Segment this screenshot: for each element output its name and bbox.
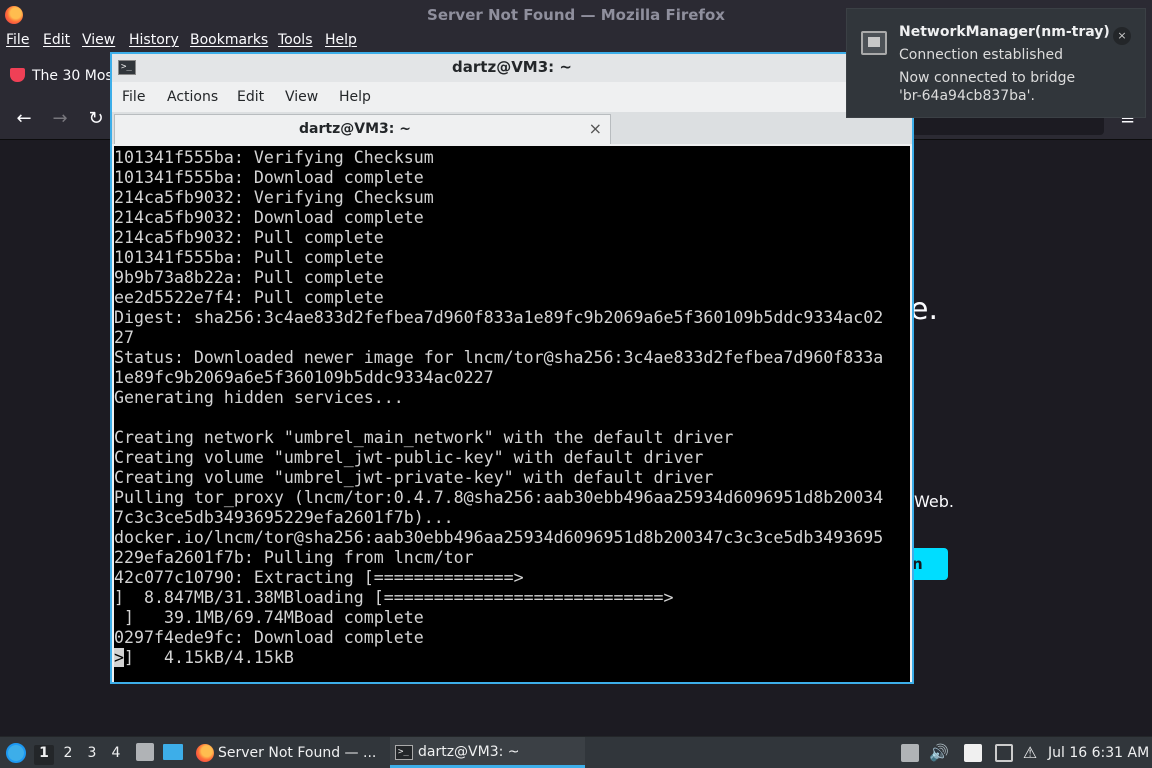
- terminal-icon: >_: [395, 745, 413, 760]
- terminal-menubar: File Actions Edit View Help: [112, 82, 912, 112]
- try-again-button[interactable]: n: [912, 548, 948, 580]
- terminal-window-title: dartz@VM3: ~: [452, 58, 572, 76]
- taskbar-firefox-button[interactable]: Server Not Found — ...: [192, 737, 384, 768]
- volume-icon[interactable]: 🔊: [929, 744, 949, 762]
- forward-arrow-icon[interactable]: →: [48, 108, 72, 129]
- terminal-menu-help[interactable]: Help: [339, 89, 371, 105]
- terminal-tab-label: dartz@VM3: ~: [299, 121, 411, 137]
- reload-icon[interactable]: ↻: [84, 108, 108, 129]
- network-notification[interactable]: NetworkManager(nm-tray) × Connection est…: [846, 8, 1146, 118]
- notes-icon[interactable]: [964, 744, 982, 762]
- taskbar: 1 2 3 4 Server Not Found — ... >_ dartz@…: [0, 736, 1152, 768]
- terminal-output[interactable]: 101341f555ba: Verifying Checksum 101341f…: [114, 146, 910, 682]
- terminal-line: Creating volume "umbrel_jwt-public-key" …: [114, 448, 704, 467]
- taskbar-terminal-label: dartz@VM3: ~: [418, 744, 520, 760]
- terminal-line: Creating network "umbrel_main_network" w…: [114, 428, 734, 447]
- show-desktop-icon[interactable]: [163, 744, 183, 760]
- terminal-line: ] 39.1MB/69.74MBoad complete: [114, 608, 424, 627]
- terminal-line: 42c077c10790: Extracting [==============…: [114, 568, 524, 587]
- terminal-menu-view[interactable]: View: [285, 89, 318, 105]
- terminal-line: 27: [114, 328, 134, 347]
- start-menu-icon[interactable]: [6, 743, 26, 763]
- firefox-menu-tools[interactable]: Tools: [278, 32, 313, 48]
- terminal-tab[interactable]: dartz@VM3: ~ ×: [114, 114, 611, 144]
- terminal-line: 9b9b73a8b22a: Pull complete: [114, 268, 384, 287]
- firefox-menu-file[interactable]: File: [6, 32, 29, 48]
- clock[interactable]: Jul 16 6:31 AM: [1048, 745, 1149, 761]
- workspace-1[interactable]: 1: [34, 745, 54, 765]
- terminal-cursor: >: [114, 648, 124, 667]
- terminal-line: 214ca5fb9032: Pull complete: [114, 228, 384, 247]
- network-icon[interactable]: [995, 744, 1013, 762]
- terminal-line-last-text: ] 4.15kB/4.15kB: [124, 648, 294, 667]
- firefox-menu-help[interactable]: Help: [325, 32, 357, 48]
- terminal-line: ] 8.847MB/31.38MBloading [==============…: [114, 588, 674, 607]
- page-text-fragment: Web.: [914, 492, 954, 511]
- terminal-line: 0297f4ede9fc: Download complete: [114, 628, 424, 647]
- terminal-menu-actions[interactable]: Actions: [167, 89, 218, 105]
- bookmark-item[interactable]: The 30 Most: [32, 68, 118, 84]
- firefox-icon: [196, 744, 214, 762]
- back-arrow-icon[interactable]: ←: [12, 108, 36, 129]
- close-icon[interactable]: ×: [1113, 27, 1131, 45]
- firefox-menu-history[interactable]: History: [129, 32, 179, 48]
- terminal-line: 101341f555ba: Download complete: [114, 168, 424, 187]
- taskbar-terminal-button[interactable]: >_ dartz@VM3: ~: [390, 737, 585, 768]
- terminal-window: >_ dartz@VM3: ~ File Actions Edit View H…: [110, 52, 914, 684]
- notification-line: Now connected to bridge: [899, 70, 1076, 86]
- firefox-menu-view[interactable]: View: [82, 32, 115, 48]
- terminal-line: ee2d5522e7f4: Pull complete: [114, 288, 384, 307]
- terminal-line: docker.io/lncm/tor@sha256:aab30ebb496aa2…: [114, 528, 884, 547]
- terminal-line: Status: Downloaded newer image for lncm/…: [114, 348, 884, 367]
- terminal-line: 7c3c3ce5db3493695229efa2601f7b)...: [114, 508, 454, 527]
- notification-title: NetworkManager(nm-tray): [899, 24, 1110, 40]
- page-heading-fragment: e.: [910, 292, 938, 327]
- terminal-titlebar[interactable]: >_ dartz@VM3: ~: [112, 54, 912, 82]
- terminal-line: 101341f555ba: Verifying Checksum: [114, 148, 434, 167]
- workspace-3[interactable]: 3: [82, 745, 102, 765]
- terminal-line: 101341f555ba: Pull complete: [114, 248, 384, 267]
- update-notifier-icon[interactable]: ⚠: [1021, 744, 1039, 762]
- terminal-line: 229efa2601f7b: Pulling from lncm/tor: [114, 548, 474, 567]
- terminal-line: 214ca5fb9032: Download complete: [114, 208, 424, 227]
- pocket-icon: [10, 68, 25, 82]
- firefox-menu-edit[interactable]: Edit: [43, 32, 70, 48]
- clipboard-manager-icon[interactable]: [901, 744, 919, 762]
- notification-line: Connection established: [899, 47, 1063, 63]
- close-tab-icon[interactable]: ×: [589, 119, 602, 138]
- terminal-line: 1e89fc9b2069a6e5f360109b5ddc9334ac0227: [114, 368, 494, 387]
- terminal-line: Generating hidden services...: [114, 388, 404, 407]
- notification-line: 'br-64a94cb837ba'.: [899, 88, 1035, 104]
- terminal-line: 214ca5fb9032: Verifying Checksum: [114, 188, 434, 207]
- terminal-line: Creating volume "umbrel_jwt-private-key"…: [114, 468, 714, 487]
- firefox-menu-bookmarks[interactable]: Bookmarks: [190, 32, 268, 48]
- terminal-line: Pulling tor_proxy (lncm/tor:0.4.7.8@sha2…: [114, 488, 884, 507]
- workspace-2[interactable]: 2: [58, 745, 78, 765]
- taskbar-firefox-label: Server Not Found — ...: [218, 745, 377, 761]
- workspace-4[interactable]: 4: [106, 745, 126, 765]
- terminal-tabbar: dartz@VM3: ~ ×: [112, 112, 912, 144]
- file-manager-icon[interactable]: [136, 743, 154, 761]
- terminal-line: Digest: sha256:3c4ae833d2fefbea7d960f833…: [114, 308, 884, 327]
- network-wired-icon: [861, 31, 887, 55]
- terminal-menu-edit[interactable]: Edit: [237, 89, 264, 105]
- terminal-menu-file[interactable]: File: [122, 89, 145, 105]
- terminal-line-last: >] 4.15kB/4.15kB: [114, 648, 910, 668]
